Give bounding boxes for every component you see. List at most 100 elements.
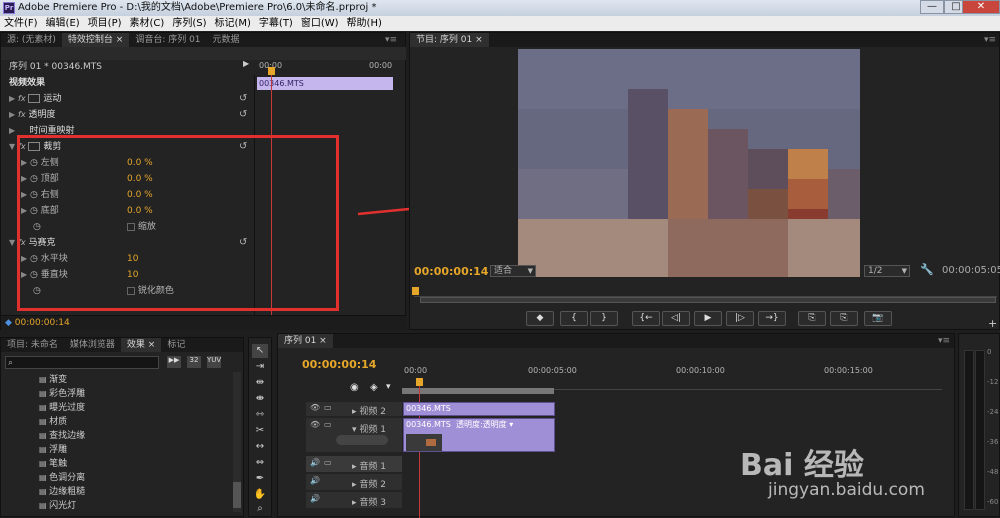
tab-program[interactable]: 节目: 序列 01 × bbox=[410, 33, 489, 47]
add-marker-icon[interactable]: ▾ bbox=[386, 382, 391, 392]
clip-video-2[interactable]: 00346.MTS bbox=[403, 402, 555, 416]
selection-tool-icon[interactable]: ↖ bbox=[252, 344, 268, 358]
effect-motion[interactable]: ▶ fx 运动 bbox=[9, 91, 61, 107]
hand-tool-icon[interactable]: ✋ bbox=[252, 488, 268, 502]
pen-tool-icon[interactable]: ✒ bbox=[252, 472, 268, 486]
expand-timeline-icon[interactable]: ▶ bbox=[243, 59, 249, 68]
razor-tool-icon[interactable]: ✂ bbox=[252, 424, 268, 438]
go-to-in-button[interactable]: {← bbox=[632, 311, 660, 326]
lock-icon[interactable]: ▭ bbox=[324, 458, 332, 467]
mark-out-button[interactable]: } bbox=[590, 311, 618, 326]
menu-file[interactable]: 文件(F) bbox=[0, 16, 42, 31]
slide-tool-icon[interactable]: ⇔ bbox=[252, 456, 268, 470]
accelerated-effects-icon[interactable]: ▶▶ bbox=[167, 356, 181, 368]
list-item[interactable]: 渐变 bbox=[39, 372, 67, 385]
rolling-edit-tool-icon[interactable]: ⇼ bbox=[252, 392, 268, 406]
effects-search-input[interactable]: ⌕ bbox=[5, 356, 159, 369]
list-item[interactable]: 笔触 bbox=[39, 456, 67, 469]
list-item[interactable]: 闪光灯 bbox=[39, 498, 76, 511]
snap-icon[interactable]: ◉ bbox=[350, 382, 359, 393]
track-select-tool-icon[interactable]: ⇥ bbox=[252, 360, 268, 374]
list-item[interactable]: 查找边缘 bbox=[39, 428, 85, 441]
tab-media-browser[interactable]: 媒体浏览器 bbox=[64, 338, 121, 352]
speaker-icon[interactable]: 🔊 bbox=[310, 476, 320, 485]
minimize-button[interactable]: — bbox=[920, 0, 944, 14]
program-tabs: 节目: 序列 01 × bbox=[410, 33, 999, 47]
32bit-effects-icon[interactable]: 32 bbox=[187, 356, 201, 368]
panel-menu-icon[interactable]: ▾≡ bbox=[938, 336, 950, 346]
fit-dropdown[interactable]: 适合 ▼ bbox=[490, 265, 536, 277]
tab-markers[interactable]: 标记 bbox=[161, 338, 191, 352]
extract-button[interactable]: ⎘ bbox=[830, 311, 858, 326]
export-frame-button[interactable]: 📷 bbox=[864, 311, 892, 326]
go-to-out-button[interactable]: →} bbox=[758, 311, 786, 326]
slip-tool-icon[interactable]: ↔ bbox=[252, 440, 268, 454]
list-item[interactable]: 浮雕 bbox=[39, 442, 67, 455]
eye-icon[interactable]: 👁 bbox=[310, 420, 320, 429]
work-area-bar[interactable] bbox=[402, 388, 554, 394]
list-item[interactable]: 材质 bbox=[39, 414, 67, 427]
program-timecode[interactable]: 00:00:00:14 bbox=[414, 265, 488, 278]
tab-project[interactable]: 项目: 未命名 bbox=[1, 338, 64, 352]
reset-opacity-icon[interactable]: ↺ bbox=[239, 109, 247, 120]
resolution-dropdown[interactable]: 1/2 ▼ bbox=[864, 265, 910, 277]
effect-opacity[interactable]: ▶ fx 透明度 bbox=[9, 107, 55, 123]
speaker-icon[interactable]: 🔊 bbox=[310, 494, 320, 503]
menu-title[interactable]: 字幕(T) bbox=[255, 16, 297, 31]
lock-icon[interactable]: ▭ bbox=[324, 403, 332, 412]
tab-source[interactable]: 源: (无素材) bbox=[1, 33, 62, 47]
menu-marker[interactable]: 标记(M) bbox=[210, 16, 254, 31]
effect-timecode[interactable]: ◆ 00:00:00:14 bbox=[5, 318, 70, 328]
menu-window[interactable]: 窗口(W) bbox=[297, 16, 343, 31]
program-playhead[interactable] bbox=[412, 287, 419, 295]
step-back-button[interactable]: ◁| bbox=[662, 311, 690, 326]
timeline-timecode[interactable]: 00:00:00:14 bbox=[302, 358, 376, 371]
play-button[interactable]: ▶ bbox=[694, 311, 722, 326]
menu-project[interactable]: 项目(P) bbox=[84, 16, 126, 31]
mini-timeline-clip[interactable]: 00346.MTS bbox=[257, 77, 393, 90]
ripple-edit-tool-icon[interactable]: ⇹ bbox=[252, 376, 268, 390]
list-item[interactable]: 曝光过度 bbox=[39, 400, 85, 413]
keyframe-navigator[interactable] bbox=[336, 435, 388, 445]
speaker-icon[interactable]: 🔊 bbox=[310, 458, 320, 467]
menu-help[interactable]: 帮助(H) bbox=[343, 16, 386, 31]
playhead-marker[interactable] bbox=[268, 67, 275, 75]
program-ruler[interactable] bbox=[414, 283, 997, 297]
menu-edit[interactable]: 编辑(E) bbox=[42, 16, 84, 31]
reset-motion-icon[interactable]: ↺ bbox=[239, 93, 247, 104]
zoom-tool-icon[interactable]: ⌕ bbox=[252, 502, 268, 516]
list-item[interactable]: 边缘粗糙 bbox=[39, 484, 85, 497]
mark-in-button[interactable]: { bbox=[560, 311, 588, 326]
wrench-icon[interactable]: 🔧 bbox=[920, 263, 934, 276]
clip-video-1[interactable]: 00346.MTS 透明度:透明度 ▾ bbox=[403, 418, 555, 452]
audio-meter-bar-left bbox=[964, 350, 974, 510]
marker-icon[interactable]: ◈ bbox=[370, 382, 378, 393]
lock-icon[interactable]: ▭ bbox=[324, 420, 332, 429]
add-button-icon[interactable]: + bbox=[988, 317, 997, 330]
panel-menu-icon[interactable]: ▾≡ bbox=[984, 35, 996, 45]
eye-icon[interactable]: 👁 bbox=[310, 403, 320, 412]
add-marker-button[interactable]: ◆ bbox=[526, 311, 554, 326]
tab-sequence-01[interactable]: 序列 01 × bbox=[278, 334, 333, 348]
yuv-effects-icon[interactable]: YUV bbox=[207, 356, 221, 368]
close-window-button[interactable]: ✕ bbox=[962, 0, 1000, 14]
list-item[interactable]: 彩色浮雕 bbox=[39, 386, 85, 399]
effects-scrollbar[interactable] bbox=[233, 372, 241, 512]
video-preview-mosaic bbox=[518, 49, 860, 277]
tab-effects[interactable]: 效果 × bbox=[120, 338, 162, 352]
program-zoom-scrollbar[interactable] bbox=[420, 297, 996, 303]
rate-stretch-tool-icon[interactable]: ⇿ bbox=[252, 408, 268, 422]
lift-button[interactable]: ⎘ bbox=[798, 311, 826, 326]
tab-metadata[interactable]: 元数据 bbox=[207, 33, 246, 47]
tab-audio-mixer[interactable]: 调音台: 序列 01 bbox=[129, 33, 206, 47]
track-name-video-2: ▸ 视频 2 bbox=[352, 407, 386, 417]
menu-sequence[interactable]: 序列(S) bbox=[168, 16, 210, 31]
timeline-playhead[interactable] bbox=[416, 378, 423, 386]
clip-fx-dropdown[interactable]: 透明度:透明度 ▾ bbox=[456, 420, 513, 429]
panel-menu-icon[interactable]: ▾≡ bbox=[385, 35, 397, 45]
step-forward-button[interactable]: |▷ bbox=[726, 311, 754, 326]
list-item[interactable]: 色调分离 bbox=[39, 470, 85, 483]
menu-clip[interactable]: 素材(C) bbox=[126, 16, 169, 31]
tab-effect-controls[interactable]: 特效控制台 × bbox=[61, 33, 130, 47]
ruler-tick-5s: 00:00:05:00 bbox=[528, 366, 577, 375]
